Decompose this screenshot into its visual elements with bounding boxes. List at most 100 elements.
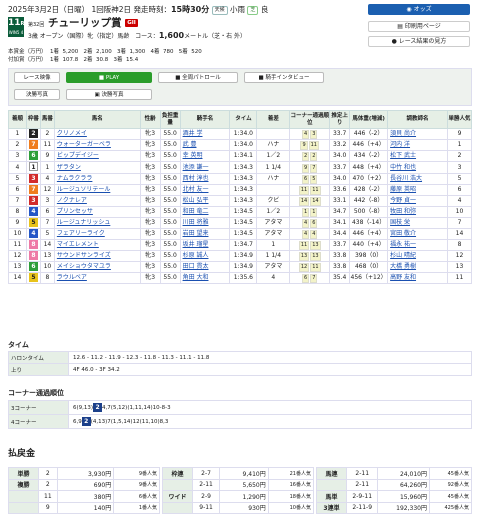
popularity: 3 [446,161,473,174]
horse-name-link[interactable]: ナムラクララ [57,175,93,182]
jockey-link[interactable]: 田口 貫太 [183,263,209,270]
jockey-link[interactable]: 武 豊 [183,141,197,148]
margin [256,184,291,196]
payout-row: 2-11 5,650円 16番人気 [162,478,315,491]
trainer-link[interactable]: 河内 洋 [390,141,410,148]
trainer-link[interactable]: 松下 武士 [390,152,416,159]
trainer-link[interactable]: 大橋 勇樹 [390,263,416,270]
jockey-link[interactable]: 酒井 学 [183,130,203,137]
trainer-link[interactable]: 国枝 栄 [390,219,410,226]
trainer-link[interactable]: 高野 友和 [390,274,416,281]
trainer-link[interactable]: 福永 祐一 [390,241,416,248]
horse-name-link[interactable]: マイエレメント [57,241,99,248]
margin: ハナ [256,139,291,151]
race-result-page: { "header":{"date_line":"2025年3月2日（日曜） 1… [0,0,480,530]
margin: 4 [256,272,291,284]
corner-table: 3コーナー 6(9,13) 2 4,7(5,12)(1,11,14)10-8-3 4コ… [8,400,472,429]
horse-name-link[interactable]: サウンドサンライズ [57,252,111,259]
jockey-link[interactable]: 松山 弘平 [183,197,209,204]
waku-badge: 4 [28,207,38,216]
trainer-cell: 宮田 敬介 [387,228,448,240]
horse-name-link[interactable]: ルージュナリッシュ [57,219,110,226]
trainer-link[interactable]: 中竹 和也 [390,164,416,171]
corner3-order: 6(9,13) 2 4,7(5,12)(1,11,14)10-8-3 [68,400,472,415]
horse-number: 3 [39,195,55,207]
jockey-link[interactable]: 西村 淳也 [183,175,209,182]
horse-name-link[interactable]: フェアリーライク [57,230,105,237]
winning-combination: 2 [38,478,58,491]
jockey-link[interactable]: 岩田 望来 [183,230,209,237]
trainer-link[interactable]: 杉山 晴紀 [390,252,416,259]
horse-name-link[interactable]: ノクナレア [57,197,87,204]
patrol-button[interactable]: ■ 全周パトロール [158,72,238,83]
horse-name-link[interactable]: ウォーターガーベラ [57,141,111,148]
margin: 1／2 [256,206,291,218]
play-button[interactable]: ■ PLAY [66,72,152,83]
corner-positions: 9 11 [289,139,331,151]
waku-badge: 7 [28,185,38,194]
trainer-cell: 中竹 和也 [387,161,448,174]
horse-name-link[interactable]: ラウルベア [57,274,87,281]
last-3f: 34.0 [329,173,351,185]
photo-finish-button[interactable]: ▣ 決勝写真 [66,89,152,100]
horse-name-link[interactable]: ザラタン [57,164,81,171]
payout-popularity: 16番人気 [267,478,315,491]
waku-badge: 4 [28,229,38,238]
jockey-link[interactable]: 池添 謙一 [183,164,209,171]
jockey-link[interactable]: 川田 将雅 [183,219,209,226]
body-weight: 470（+2） [349,173,389,185]
payout-amount: 690円 [56,478,115,491]
jockey-link[interactable]: 杉原 誠人 [183,252,209,259]
finish-time: 1:34.7 [229,239,258,251]
odds-button[interactable]: ◉ オッズ [368,4,470,15]
trainer-cell: 須貝 尚介 [387,128,448,140]
winning-combination: 2 [38,467,58,480]
finish-position: 9 [8,217,27,229]
payout-popularity: 45番人気 [428,467,473,480]
trainer-link[interactable]: 藤原 英昭 [390,186,416,193]
payout-amount: 5,650円 [219,478,269,491]
horse-name-cell: ルージュナリッシュ [53,217,141,229]
payout-popularity: 9番人気 [113,467,160,480]
results-header-row: 着順 枠番 馬番 馬名 性齢 負担重量 騎手名 タイム 着差 コーナー通過順位 推定上り 馬体重(増減… [8,110,473,129]
corner-positions: 67 [289,272,331,284]
jockey-link[interactable]: 北村 友一 [183,186,209,193]
result-guide-button[interactable]: ● レース結果の見方 [368,36,470,47]
trainer-link[interactable]: 今野 貞一 [390,197,416,204]
trainer-cell: 藤原 英昭 [387,184,448,196]
print-button[interactable]: ▤ 印刷用ページ [368,21,470,32]
time-heading: タイム [8,341,29,349]
distance: 1,600 [158,31,185,40]
jockey-link[interactable]: 坂井 瑠星 [183,241,209,248]
margin: 1／2 [256,150,291,162]
interview-button[interactable]: ■ 騎手インタビュー [244,72,324,83]
weight-carried: 55.0 [159,173,181,185]
bet-type [162,501,193,514]
play-label: PLAY [105,75,120,81]
jockey-link[interactable]: 幸 英明 [183,152,203,159]
result-guide-label: レース結果の見方 [398,38,447,45]
margin: アタマ [256,217,291,229]
trainer-link[interactable]: 須貝 尚介 [390,130,416,137]
horse-name-link[interactable]: クリノメイ [57,130,87,137]
horse-name-link[interactable]: メイショウタマユラ [57,263,111,270]
odds-label: オッズ [413,6,432,13]
jockey-link[interactable]: 和田 竜二 [183,208,209,215]
trainer-link[interactable]: 牧田 和弥 [390,208,416,215]
col-header: 騎手名 [179,110,231,129]
jockey-link[interactable]: 角田 大和 [183,274,209,281]
horse-name-link[interactable]: ビップデイジー [57,152,99,159]
payout-popularity: 21番人気 [267,467,315,480]
weight-carried: 55.0 [159,161,181,174]
horse-name-link[interactable]: プリンセッサ [57,208,93,215]
table-row: 5 3 4 ナムラクララ 牝3 55.0 西村 淳也 1:34.3 ハナ 6 5 34.0 470（+2… [8,173,473,185]
col-header: 馬番 [39,110,55,129]
jockey-cell: 松山 弘平 [179,195,231,207]
trainer-link[interactable]: 長谷川 浩大 [390,175,422,182]
horse-name-link[interactable]: ルージュソリテール [57,186,110,193]
margin [256,128,291,140]
trainer-link[interactable]: 宮田 敬介 [390,230,416,237]
corner-positions: 12 11 [289,261,331,273]
payout-amount: 64,260円 [377,478,430,491]
popularity: 12 [446,250,473,262]
